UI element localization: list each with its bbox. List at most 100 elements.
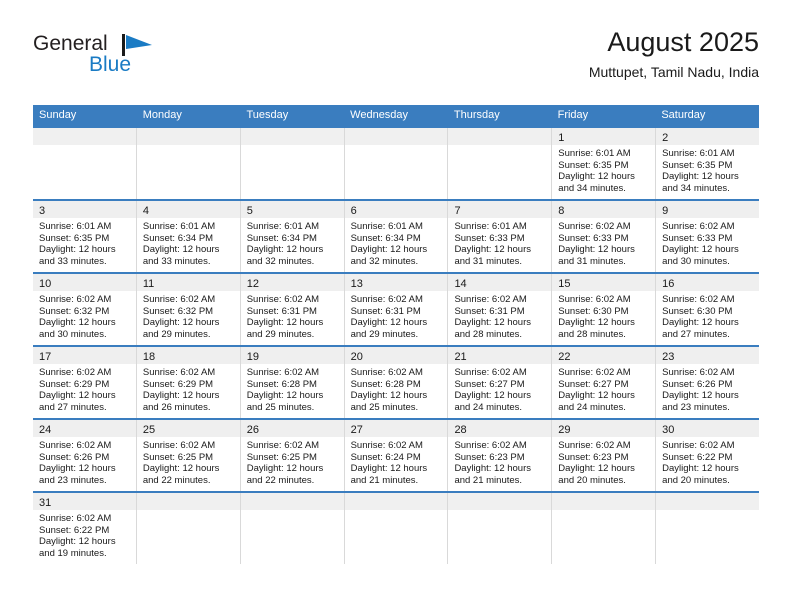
calendar-day-cell[interactable]: 18 Sunrise: 6:02 AM Sunset: 6:29 PM Dayligh… <box>136 347 241 418</box>
calendar-day-cell[interactable]: 29 Sunrise: 6:02 AM Sunset: 6:23 PM Dayligh… <box>552 420 657 491</box>
sunrise-text: Sunrise: 6:02 AM <box>39 367 112 378</box>
calendar-day-cell[interactable]: 28 Sunrise: 6:02 AM Sunset: 6:23 PM Dayligh… <box>448 420 553 491</box>
calendar-day-cell-empty <box>344 493 449 564</box>
day-details: Sunrise: 6:02 AM Sunset: 6:31 PM Daylight:… <box>345 291 448 340</box>
sunset-text: Sunset: 6:35 PM <box>662 159 733 171</box>
day-number-band: 22 <box>552 347 656 364</box>
calendar-day-cell[interactable]: 19 Sunrise: 6:02 AM Sunset: 6:28 PM Dayligh… <box>240 347 345 418</box>
weekday-header-thursday: Thursday <box>453 109 500 121</box>
calendar-day-cell[interactable]: 3 Sunrise: 6:01 AM Sunset: 6:35 PM Daylight… <box>33 201 137 272</box>
daylight-text-line1: Daylight: 12 hours <box>39 244 116 256</box>
calendar-day-cell-empty <box>552 493 657 564</box>
calendar-day-cell[interactable]: 14 Sunrise: 6:02 AM Sunset: 6:31 PM Dayligh… <box>448 274 553 345</box>
day-number-band <box>240 128 344 145</box>
calendar-day-cell[interactable]: 9 Sunrise: 6:02 AM Sunset: 6:33 PM Daylight… <box>656 201 760 272</box>
calendar-day-cell[interactable]: 21 Sunrise: 6:02 AM Sunset: 6:27 PM Dayligh… <box>448 347 553 418</box>
calendar-day-cell[interactable]: 20 Sunrise: 6:02 AM Sunset: 6:28 PM Dayligh… <box>344 347 449 418</box>
calendar-day-cell[interactable]: 16 Sunrise: 6:02 AM Sunset: 6:30 PM Dayligh… <box>656 274 760 345</box>
day-number: 26 <box>246 424 259 436</box>
daylight-text-line2: and 30 minutes. <box>39 328 107 340</box>
calendar-week-row: 17 Sunrise: 6:02 AM Sunset: 6:29 PM Dayligh… <box>33 345 760 418</box>
sunset-text: Sunset: 6:33 PM <box>662 232 733 244</box>
day-number: 29 <box>558 424 571 436</box>
sunrise-text: Sunrise: 6:02 AM <box>246 294 320 305</box>
weekday-header-saturday: Saturday <box>661 109 706 121</box>
brand-logo[interactable]: General Blue <box>33 32 253 90</box>
sunset-text: Sunset: 6:22 PM <box>662 451 733 463</box>
day-number-band: 31 <box>33 493 136 510</box>
day-number: 1 <box>558 132 565 144</box>
day-details: Sunrise: 6:01 AM Sunset: 6:35 PM Daylight:… <box>33 218 136 267</box>
calendar-day-cell[interactable]: 1 Sunrise: 6:01 AM Sunset: 6:35 PM Daylight… <box>552 128 657 199</box>
daylight-text-line1: Daylight: 12 hours <box>662 463 739 475</box>
day-number-band: 20 <box>344 347 448 364</box>
calendar-day-cell[interactable]: 31 Sunrise: 6:02 AM Sunset: 6:22 PM Dayligh… <box>33 493 137 564</box>
calendar-day-cell[interactable]: 6 Sunrise: 6:01 AM Sunset: 6:34 PM Daylight… <box>344 201 449 272</box>
daylight-text-line1: Daylight: 12 hours <box>558 463 635 475</box>
calendar-day-cell[interactable]: 12 Sunrise: 6:02 AM Sunset: 6:31 PM Dayligh… <box>240 274 345 345</box>
daylight-text-line2: and 26 minutes. <box>142 401 211 413</box>
calendar-day-cell[interactable]: 2 Sunrise: 6:01 AM Sunset: 6:35 PM Daylight… <box>656 128 760 199</box>
calendar-day-cell[interactable]: 10 Sunrise: 6:02 AM Sunset: 6:32 PM Dayligh… <box>33 274 137 345</box>
calendar-day-cell[interactable]: 22 Sunrise: 6:02 AM Sunset: 6:27 PM Dayligh… <box>552 347 657 418</box>
calendar-week-row: 24 Sunrise: 6:02 AM Sunset: 6:26 PM Dayligh… <box>33 418 760 491</box>
day-details <box>345 510 448 513</box>
calendar-day-cell[interactable]: 13 Sunrise: 6:02 AM Sunset: 6:31 PM Dayligh… <box>344 274 449 345</box>
calendar-day-cell[interactable]: 27 Sunrise: 6:02 AM Sunset: 6:24 PM Dayligh… <box>344 420 449 491</box>
day-details: Sunrise: 6:02 AM Sunset: 6:28 PM Daylight:… <box>241 364 344 413</box>
daylight-text-line2: and 29 minutes. <box>142 328 211 340</box>
calendar-day-cell[interactable]: 15 Sunrise: 6:02 AM Sunset: 6:30 PM Dayligh… <box>552 274 657 345</box>
day-details: Sunrise: 6:02 AM Sunset: 6:32 PM Daylight:… <box>33 291 136 340</box>
calendar-day-cell[interactable]: 23 Sunrise: 6:02 AM Sunset: 6:26 PM Dayligh… <box>656 347 760 418</box>
calendar-day-cell[interactable]: 17 Sunrise: 6:02 AM Sunset: 6:29 PM Dayligh… <box>33 347 137 418</box>
day-number: 9 <box>662 205 669 217</box>
day-number: 25 <box>142 424 156 436</box>
sunset-text: Sunset: 6:25 PM <box>246 451 317 463</box>
daylight-text-line2: and 27 minutes. <box>39 401 107 413</box>
calendar-day-cell[interactable]: 26 Sunrise: 6:02 AM Sunset: 6:25 PM Dayligh… <box>240 420 345 491</box>
calendar-day-cell-empty <box>240 128 345 199</box>
day-number: 22 <box>558 351 571 363</box>
calendar-day-cell[interactable]: 4 Sunrise: 6:01 AM Sunset: 6:34 PM Daylight… <box>136 201 241 272</box>
daylight-text-line2: and 21 minutes. <box>350 474 419 486</box>
day-details: Sunrise: 6:02 AM Sunset: 6:26 PM Daylight:… <box>33 437 136 486</box>
calendar-day-cell[interactable]: 5 Sunrise: 6:01 AM Sunset: 6:34 PM Daylight… <box>240 201 345 272</box>
calendar-day-cell[interactable]: 11 Sunrise: 6:02 AM Sunset: 6:32 PM Dayligh… <box>136 274 241 345</box>
day-number: 21 <box>454 351 467 363</box>
sunrise-text: Sunrise: 6:02 AM <box>558 294 631 305</box>
calendar-day-cell[interactable]: 25 Sunrise: 6:02 AM Sunset: 6:25 PM Dayligh… <box>136 420 241 491</box>
day-details: Sunrise: 6:01 AM Sunset: 6:34 PM Daylight:… <box>345 218 448 267</box>
daylight-text-line1: Daylight: 12 hours <box>39 390 116 402</box>
day-details <box>241 510 344 513</box>
daylight-text-line2: and 29 minutes. <box>350 328 419 340</box>
sunrise-text: Sunrise: 6:02 AM <box>246 440 320 451</box>
daylight-text-line2: and 20 minutes. <box>558 474 626 486</box>
sunrise-text: Sunrise: 6:02 AM <box>454 294 527 305</box>
day-number-band: 29 <box>552 420 656 437</box>
calendar-day-cell[interactable]: 30 Sunrise: 6:02 AM Sunset: 6:22 PM Dayligh… <box>656 420 760 491</box>
day-details: Sunrise: 6:01 AM Sunset: 6:33 PM Daylight:… <box>448 218 551 267</box>
daylight-text-line1: Daylight: 12 hours <box>558 317 635 329</box>
sunrise-text: Sunrise: 6:02 AM <box>662 221 735 232</box>
calendar-day-cell[interactable]: 7 Sunrise: 6:01 AM Sunset: 6:33 PM Daylight… <box>448 201 553 272</box>
sunset-text: Sunset: 6:26 PM <box>662 378 733 390</box>
calendar-day-cell[interactable]: 8 Sunrise: 6:02 AM Sunset: 6:33 PM Daylight… <box>552 201 657 272</box>
weekday-header-monday: Monday <box>142 109 182 121</box>
daylight-text-line1: Daylight: 12 hours <box>350 390 428 402</box>
daylight-text-line2: and 24 minutes. <box>454 401 523 413</box>
calendar-week-row: 31 Sunrise: 6:02 AM Sunset: 6:22 PM Dayligh… <box>33 491 760 564</box>
daylight-text-line1: Daylight: 12 hours <box>558 390 635 402</box>
day-number-band: 16 <box>656 274 760 291</box>
sunset-text: Sunset: 6:26 PM <box>39 451 110 463</box>
day-number: 14 <box>454 278 467 290</box>
daylight-text-line2: and 23 minutes. <box>39 474 107 486</box>
sunset-text: Sunset: 6:31 PM <box>454 305 525 317</box>
calendar-day-cell[interactable]: 24 Sunrise: 6:02 AM Sunset: 6:26 PM Dayligh… <box>33 420 137 491</box>
day-number-band: 28 <box>448 420 552 437</box>
brand-name-blue: Blue <box>89 53 132 76</box>
sunrise-text: Sunrise: 6:02 AM <box>558 440 631 451</box>
day-number: 23 <box>662 351 675 363</box>
day-number-band: 12 <box>240 274 344 291</box>
day-number-band: 5 <box>240 201 344 218</box>
daylight-text-line2: and 33 minutes. <box>39 255 107 267</box>
